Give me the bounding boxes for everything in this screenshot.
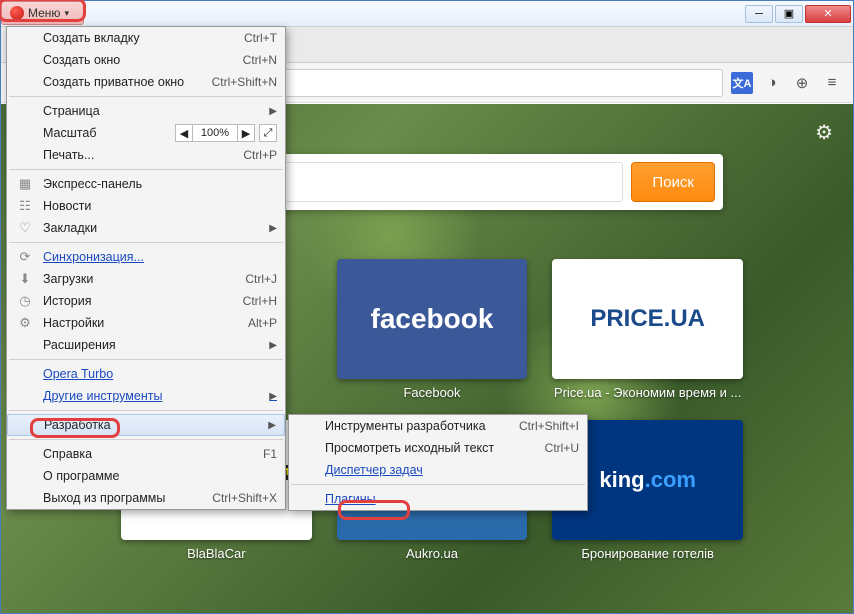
chevron-down-icon: ▾ — [64, 8, 69, 19]
zoom-value: 100% — [193, 124, 237, 142]
menu-history[interactable]: ◷ИсторияCtrl+H — [7, 290, 285, 312]
submenu-source[interactable]: Просмотреть исходный текстCtrl+U — [289, 437, 587, 459]
menu-print[interactable]: Печать...Ctrl+P — [7, 144, 285, 166]
settings-gear-icon[interactable]: ⚙ — [815, 120, 833, 145]
separator — [9, 96, 283, 97]
dial-price[interactable]: PRICE.UA Price.ua - Экономим время и ... — [552, 259, 743, 400]
menu-news[interactable]: ☷Новости — [7, 195, 285, 217]
gear-icon: ⚙ — [17, 315, 33, 331]
opera-icon — [10, 6, 24, 20]
menu-developer[interactable]: Разработка▶ — [7, 414, 285, 436]
dial-label: Facebook — [403, 385, 460, 400]
translate-icon[interactable]: 文A — [731, 72, 753, 94]
history-icon: ◷ — [17, 293, 33, 309]
maximize-button[interactable]: ▣ — [775, 5, 803, 23]
zoom-expand-button[interactable]: ⤢ — [259, 124, 277, 142]
heart-icon: ♡ — [17, 220, 33, 236]
chevron-right-icon: ▶ — [269, 340, 277, 351]
adblock-icon[interactable]: ◑ — [761, 72, 783, 94]
menu-lines-icon[interactable]: ≡ — [821, 72, 843, 94]
dial-facebook[interactable]: facebook Facebook — [337, 259, 528, 400]
news-icon: ☷ — [17, 198, 33, 214]
separator — [9, 169, 283, 170]
separator — [291, 484, 585, 485]
close-button[interactable]: ✕ — [805, 5, 851, 23]
download-icon: ⬇ — [17, 271, 33, 287]
menu-bookmarks[interactable]: ♡Закладки▶ — [7, 217, 285, 239]
separator — [9, 359, 283, 360]
search-button[interactable]: Поиск — [631, 162, 715, 202]
menu-new-private[interactable]: Создать приватное окноCtrl+Shift+N — [7, 71, 285, 93]
developer-submenu: Инструменты разработчикаCtrl+Shift+I Про… — [288, 414, 588, 511]
menu-other-tools[interactable]: Другие инструменты▶ — [7, 385, 285, 407]
sync-icon: ⟳ — [17, 249, 33, 265]
submenu-taskmgr[interactable]: Диспетчер задач — [289, 459, 587, 481]
menu-downloads[interactable]: ⬇ЗагрузкиCtrl+J — [7, 268, 285, 290]
chevron-right-icon: ▶ — [269, 391, 277, 402]
titlebar: ─ ▣ ✕ — [1, 1, 853, 27]
menu-help[interactable]: СправкаF1 — [7, 443, 285, 465]
menu-button-label: Меню — [28, 6, 60, 20]
separator — [9, 242, 283, 243]
separator — [9, 439, 283, 440]
zoom-control: ◀ 100% ▶ ⤢ — [175, 124, 277, 142]
menu-settings[interactable]: ⚙НастройкиAlt+P — [7, 312, 285, 334]
chevron-right-icon: ▶ — [269, 106, 277, 117]
dial-label: Бронирование готелів — [581, 546, 714, 561]
grid-icon: ▦ — [17, 176, 33, 192]
menu-extensions[interactable]: Расширения▶ — [7, 334, 285, 356]
menu-page[interactable]: Страница▶ — [7, 100, 285, 122]
chevron-right-icon: ▶ — [268, 420, 276, 431]
zoom-in-button[interactable]: ▶ — [237, 124, 255, 142]
menu-about[interactable]: О программе — [7, 465, 285, 487]
separator — [9, 410, 283, 411]
downloads-icon[interactable]: ⊕ — [791, 72, 813, 94]
menu-speeddial[interactable]: ▦Экспресс-панель — [7, 173, 285, 195]
menu-new-window[interactable]: Создать окноCtrl+N — [7, 49, 285, 71]
menu-turbo[interactable]: Opera Turbo — [7, 363, 285, 385]
menu-exit[interactable]: Выход из программыCtrl+Shift+X — [7, 487, 285, 509]
chevron-right-icon: ▶ — [269, 223, 277, 234]
tile-facebook[interactable]: facebook — [337, 259, 528, 379]
submenu-devtools[interactable]: Инструменты разработчикаCtrl+Shift+I — [289, 415, 587, 437]
menu-new-tab[interactable]: Создать вкладкуCtrl+T — [7, 27, 285, 49]
dial-label: BlaBlaCar — [187, 546, 246, 561]
brand-text: king — [599, 467, 644, 493]
zoom-out-button[interactable]: ◀ — [175, 124, 193, 142]
menu-zoom[interactable]: Масштаб ◀ 100% ▶ ⤢ — [7, 122, 285, 144]
opera-menu-button[interactable]: Меню ▾ — [1, 1, 84, 25]
menu-sync[interactable]: ⟳Синхронизация... — [7, 246, 285, 268]
submenu-plugins[interactable]: Плагины — [289, 488, 587, 510]
brand-suffix: .com — [645, 467, 696, 493]
main-menu-dropdown: Создать вкладкуCtrl+T Создать окноCtrl+N… — [6, 26, 286, 510]
dial-label: Price.ua - Экономим время и ... — [554, 385, 741, 400]
dial-label: Aukro.ua — [406, 546, 458, 561]
minimize-button[interactable]: ─ — [745, 5, 773, 23]
tile-price[interactable]: PRICE.UA — [552, 259, 743, 379]
